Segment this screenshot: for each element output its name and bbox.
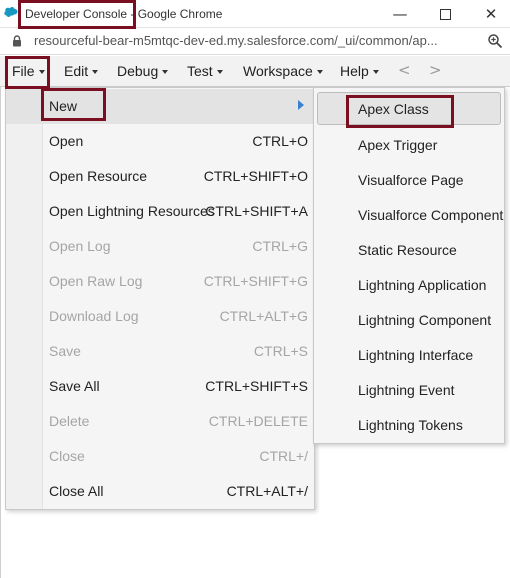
maximize-icon xyxy=(439,8,451,20)
forward-arrow-icon[interactable]: > xyxy=(429,61,442,79)
chevron-down-icon xyxy=(92,70,99,74)
new-submenu-item-apex-class[interactable]: Apex Class xyxy=(317,92,501,125)
file-menu-item-close: Close CTRL+/ xyxy=(6,439,314,474)
file-menu-item-open-lightning-resources[interactable]: Open Lightning Resources CTRL+SHIFT+A xyxy=(6,194,314,229)
new-submenu-item-label: Lightning Tokens xyxy=(358,417,463,433)
new-submenu-item-label: Apex Trigger xyxy=(358,137,438,153)
menu-help-label: Help xyxy=(340,63,369,79)
new-submenu-item-label: Lightning Component xyxy=(358,312,492,328)
close-window-button[interactable]: ✕ xyxy=(480,4,502,24)
url-text[interactable]: resourceful-bear-m5mtqc-dev-ed.my.salesf… xyxy=(34,33,474,48)
maximize-button[interactable] xyxy=(434,4,456,24)
file-menu-item-open[interactable]: Open CTRL+O xyxy=(6,124,314,159)
file-menu-item-shortcut: CTRL+G xyxy=(252,238,308,254)
file-menu-item-label: Save xyxy=(49,343,81,359)
window-title: Developer Console - Google Chrome xyxy=(25,7,223,21)
content-divider xyxy=(0,87,1,578)
menu-debug-label: Debug xyxy=(117,63,159,79)
menu-test[interactable]: Test xyxy=(187,63,223,79)
file-menu-item-close-all[interactable]: Close All CTRL+ALT+/ xyxy=(6,474,314,509)
file-menu-item-open-resource[interactable]: Open Resource CTRL+SHIFT+O xyxy=(6,159,314,194)
minimize-icon: — xyxy=(392,5,408,23)
lock-icon xyxy=(13,35,21,47)
new-submenu-item-lightning-tokens[interactable]: Lightning Tokens xyxy=(314,408,504,443)
menu-workspace[interactable]: Workspace xyxy=(243,63,323,79)
menu-debug[interactable]: Debug xyxy=(117,63,169,79)
file-menu-item-shortcut: CTRL+DELETE xyxy=(208,413,308,429)
file-menu-item-shortcut: CTRL+SHIFT+S xyxy=(205,378,308,394)
close-icon: ✕ xyxy=(484,5,498,23)
file-menu-item-label: New xyxy=(49,98,78,114)
menu-file-label: File xyxy=(12,63,35,79)
file-menu-item-shortcut: CTRL+SHIFT+A xyxy=(205,203,308,219)
menu-help[interactable]: Help xyxy=(340,63,379,79)
file-menu-item-shortcut: CTRL+SHIFT+G xyxy=(203,273,308,289)
new-submenu-item-label: Lightning Interface xyxy=(358,347,474,363)
new-submenu: Apex Class Apex Trigger Visualforce Page… xyxy=(313,87,505,444)
window-title-bar: Developer Console - Google Chrome — ✕ xyxy=(0,0,510,28)
file-menu-dropdown: New Open CTRL+O Open Resource CTRL+SHIFT… xyxy=(5,87,315,510)
file-menu-item-shortcut: CTRL+O xyxy=(252,133,308,149)
menu-edit-label: Edit xyxy=(64,63,89,79)
file-menu-item-save-all[interactable]: Save All CTRL+SHIFT+S xyxy=(6,369,314,404)
new-submenu-item-visualforce-component[interactable]: Visualforce Component xyxy=(314,198,504,233)
new-submenu-item-lightning-component[interactable]: Lightning Component xyxy=(314,303,504,338)
new-submenu-item-label: Lightning Event xyxy=(358,382,455,398)
menu-file[interactable]: File xyxy=(12,63,45,79)
back-arrow-icon[interactable]: < xyxy=(398,61,411,79)
new-submenu-item-apex-trigger[interactable]: Apex Trigger xyxy=(314,128,504,163)
zoom-icon[interactable] xyxy=(487,33,503,49)
chevron-down-icon xyxy=(372,70,379,74)
chevron-down-icon xyxy=(316,70,323,74)
file-menu-item-shortcut: CTRL+ALT+/ xyxy=(226,483,308,499)
new-submenu-item-lightning-event[interactable]: Lightning Event xyxy=(314,373,504,408)
new-submenu-item-label: Lightning Application xyxy=(358,277,487,293)
file-menu-item-label: Open Lightning Resources xyxy=(49,203,215,219)
menu-bar: File Edit Debug Test Workspace Help < > xyxy=(0,56,510,87)
submenu-arrow-icon xyxy=(298,100,304,110)
new-submenu-item-label: Apex Class xyxy=(358,101,429,117)
new-submenu-item-label: Static Resource xyxy=(358,242,457,258)
address-bar[interactable]: resourceful-bear-m5mtqc-dev-ed.my.salesf… xyxy=(0,28,510,55)
chevron-down-icon xyxy=(216,70,223,74)
file-menu-item-shortcut: CTRL+S xyxy=(253,343,308,359)
file-menu-item-open-raw-log: Open Raw Log CTRL+SHIFT+G xyxy=(6,264,314,299)
file-menu-item-label: Open Resource xyxy=(49,168,148,184)
minimize-button[interactable]: — xyxy=(389,4,411,24)
file-menu-item-shortcut: CTRL+ALT+G xyxy=(219,308,308,324)
new-submenu-item-lightning-interface[interactable]: Lightning Interface xyxy=(314,338,504,373)
file-menu-item-label: Save All xyxy=(49,378,100,394)
salesforce-logo-icon xyxy=(4,7,18,17)
file-menu-item-shortcut: CTRL+SHIFT+O xyxy=(203,168,308,184)
chevron-down-icon xyxy=(162,70,169,74)
file-menu-item-delete: Delete CTRL+DELETE xyxy=(6,404,314,439)
new-submenu-item-lightning-application[interactable]: Lightning Application xyxy=(314,268,504,303)
new-submenu-item-visualforce-page[interactable]: Visualforce Page xyxy=(314,163,504,198)
menu-edit[interactable]: Edit xyxy=(64,63,99,79)
file-menu-item-label: Open Log xyxy=(49,238,111,254)
file-menu-item-label: Open xyxy=(49,133,84,149)
file-menu-item-label: Close xyxy=(49,448,85,464)
menu-test-label: Test xyxy=(187,63,213,79)
file-menu-item-save: Save CTRL+S xyxy=(6,334,314,369)
file-menu-item-label: Download Log xyxy=(49,308,139,324)
new-submenu-item-label: Visualforce Component xyxy=(358,207,504,223)
file-menu-item-shortcut: CTRL+/ xyxy=(259,448,308,464)
new-submenu-item-static-resource[interactable]: Static Resource xyxy=(314,233,504,268)
file-menu-item-download-log: Download Log CTRL+ALT+G xyxy=(6,299,314,334)
file-menu-item-label: Open Raw Log xyxy=(49,273,143,289)
file-menu-item-label: Close All xyxy=(49,483,104,499)
menu-workspace-label: Workspace xyxy=(243,63,313,79)
file-menu-item-new[interactable]: New xyxy=(6,89,314,124)
file-menu-item-open-log: Open Log CTRL+G xyxy=(6,229,314,264)
new-submenu-item-label: Visualforce Page xyxy=(358,172,464,188)
chevron-down-icon xyxy=(38,70,45,74)
file-menu-item-label: Delete xyxy=(49,413,90,429)
